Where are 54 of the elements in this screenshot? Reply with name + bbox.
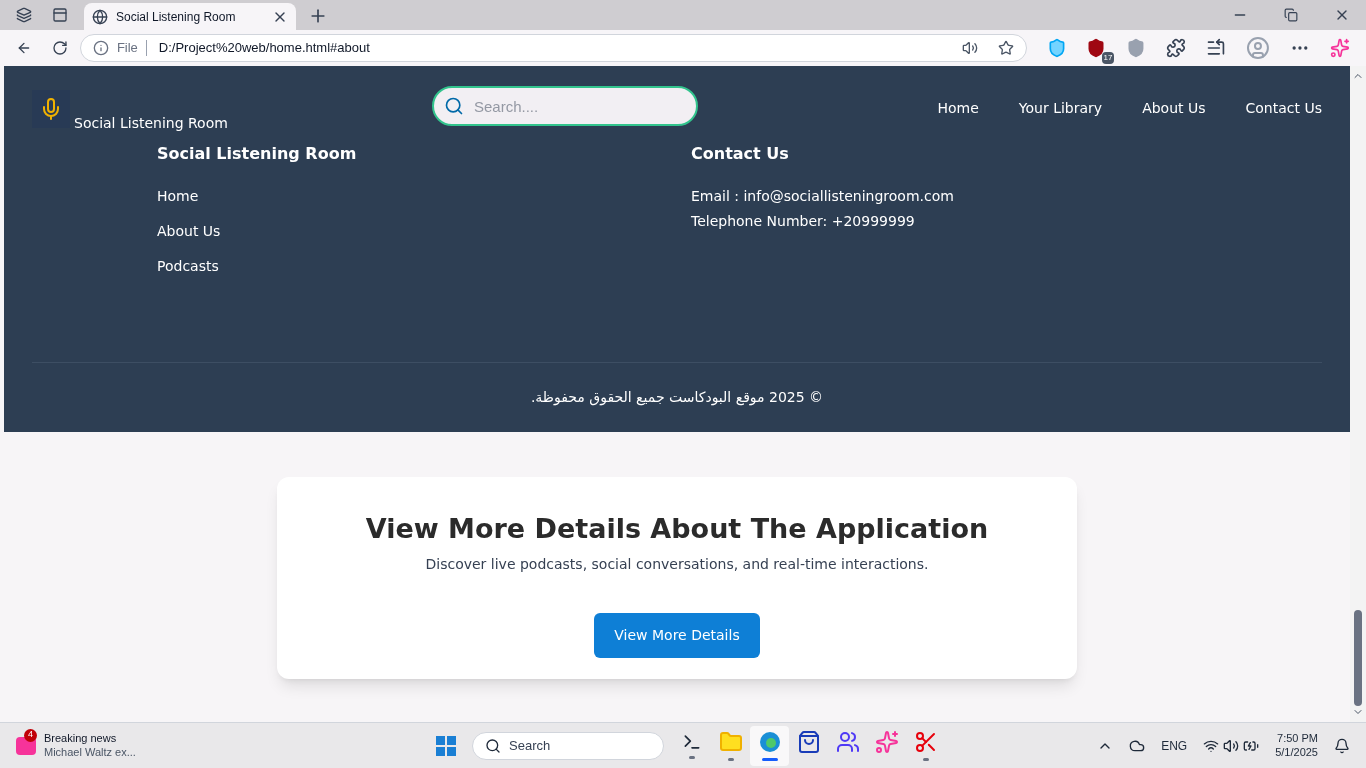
address-bar[interactable]: File D:/Project%20web/home.html#about (79, 34, 1027, 62)
cta-title: View More Details About The Application (365, 512, 989, 546)
search-field[interactable]: Search.... (432, 86, 698, 126)
tabs-icon[interactable] (16, 7, 32, 23)
restore-icon[interactable] (1284, 8, 1298, 22)
tab-title: Social Listening Room (116, 8, 237, 26)
reload-icon[interactable] (51, 40, 68, 56)
badge: 17 (1101, 52, 1115, 64)
cta-subtitle: Discover live podcasts, social conversations, and real-time interactions. (425, 554, 929, 574)
language-indicator[interactable]: ENG (1161, 736, 1188, 755)
people-icon[interactable] (835, 730, 860, 754)
favorites-icon[interactable] (1206, 38, 1227, 58)
info-icon (92, 40, 109, 56)
footer-heading: Social Listening Room (157, 143, 358, 165)
search-icon (444, 96, 464, 116)
favorite-icon[interactable] (997, 40, 1014, 56)
browser-tab[interactable]: Social Listening Room (84, 3, 296, 30)
copyright-text: © 2025 موقع البودكاست جميع الحقوق محفوظة. (529, 388, 825, 408)
scrollbar[interactable] (1350, 66, 1366, 722)
nav-link[interactable]: Your Library (1018, 98, 1103, 119)
panel-icon[interactable] (52, 7, 68, 23)
news-text[interactable]: Michael Waltz ex... (44, 745, 136, 760)
taskbar-search[interactable]: Search (472, 731, 664, 760)
bag-icon[interactable] (796, 730, 821, 754)
nav-link[interactable]: Contact Us (1245, 98, 1322, 119)
news-title[interactable]: Breaking news (44, 731, 136, 746)
scissors-icon[interactable] (913, 730, 938, 754)
url-text: D:/Project%20web/home.html#about (158, 39, 371, 58)
read-aloud-icon[interactable] (961, 40, 978, 56)
sparkle-icon[interactable] (874, 730, 899, 754)
footer-link[interactable]: About Us (157, 221, 691, 242)
sparkle-icon[interactable] (1330, 38, 1350, 58)
globe-icon (92, 8, 108, 25)
footer-link[interactable]: Home (157, 186, 691, 207)
address-prefix: File (116, 39, 138, 58)
speaker-icon[interactable] (1223, 737, 1240, 754)
footer-link[interactable]: Podcasts (157, 256, 691, 277)
search-icon (485, 737, 501, 754)
nav-link[interactable]: Home (937, 98, 979, 119)
browser-icon[interactable] (757, 730, 782, 754)
notification-badge: 4 (24, 728, 37, 742)
clock-time[interactable]: 7:50 PM (1277, 731, 1318, 746)
bell-icon[interactable] (1334, 737, 1350, 754)
footer-heading: Contact Us (691, 143, 790, 165)
scroll-thumb[interactable] (1354, 610, 1362, 706)
contact-text: Telephone Number: +20999999 (691, 212, 916, 231)
clock-date[interactable]: 5/1/2025 (1275, 745, 1318, 760)
back-icon[interactable] (16, 40, 32, 56)
windows-logo-icon[interactable] (436, 735, 456, 756)
extensions-icon[interactable] (1166, 38, 1187, 58)
contact-text: Email : info@sociallisteningroom.com (691, 187, 955, 206)
nav-link[interactable]: About Us (1142, 98, 1206, 119)
site-brand[interactable]: Social Listening Room (74, 113, 228, 134)
details-button[interactable]: View More Details (594, 612, 760, 658)
